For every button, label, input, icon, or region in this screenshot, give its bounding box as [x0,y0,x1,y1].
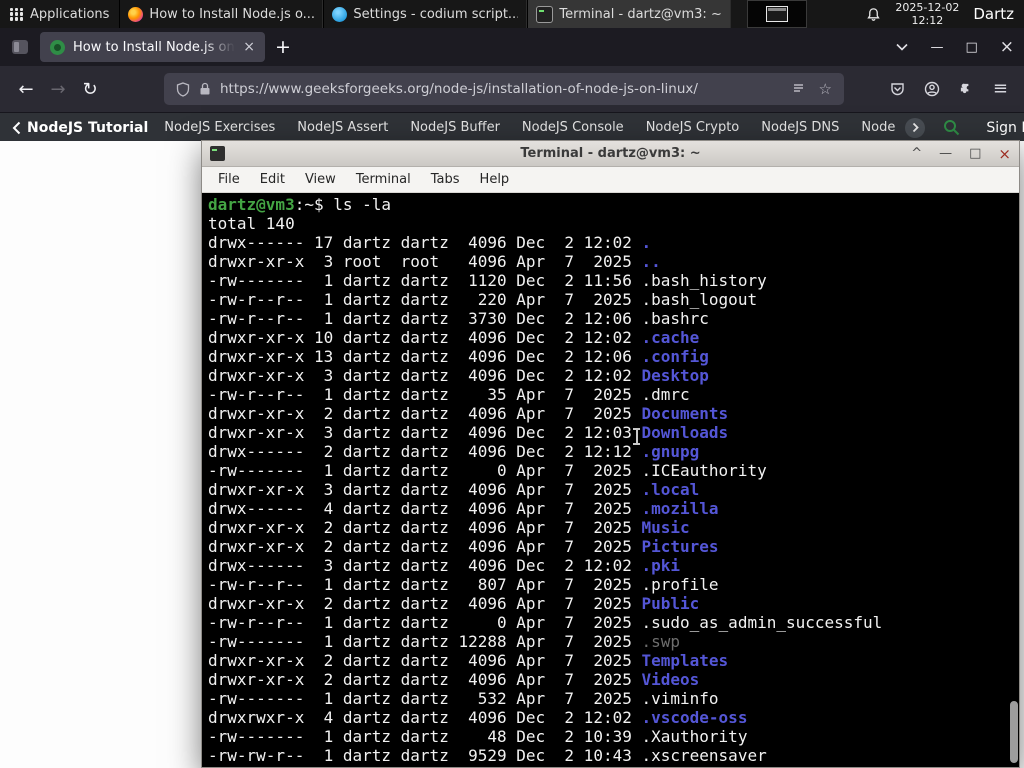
pager-window-icon [766,6,789,22]
site-nav-link[interactable]: NodeJS Console [522,120,624,135]
list-all-tabs-icon[interactable] [896,43,909,51]
geeksforgeeks-favicon [50,39,65,55]
terminal-menubar: File Edit View Terminal Tabs Help [202,167,1019,193]
panel-window-button[interactable]: Settings - codium script... [323,0,528,28]
site-nav-link[interactable]: NodeJS Exercises [164,120,275,135]
pocket-icon[interactable] [890,82,905,97]
terminal-window-icon [536,5,554,23]
forward-button[interactable]: → [42,73,74,105]
tracking-shield-icon[interactable] [176,81,190,97]
firefox-view-icon[interactable] [10,37,30,57]
window-button-title: Settings - codium script... [353,6,519,22]
terminal-scrollbar[interactable] [1008,193,1019,767]
tab-close-icon[interactable]: × [243,40,255,54]
terminal-minimize-button[interactable]: — [939,146,952,161]
terminal-menu-help[interactable]: Help [472,170,518,189]
sign-in-button[interactable]: Sign In [986,120,1024,136]
site-subnav: NodeJS Tutorial NodeJS Exercises NodeJS A… [0,113,1024,142]
window-button-title: Terminal - dartz@vm3: ~ [559,6,722,22]
tab-title: How to Install Node.js on [73,39,235,55]
url-bar[interactable]: https://www.geeksforgeeks.org/node-js/in… [164,73,844,105]
firefox-window-icon [128,6,144,22]
terminal-shade-button[interactable]: ^ [911,146,922,161]
terminal-menu-terminal[interactable]: Terminal [348,170,419,189]
site-nav-link[interactable]: Node [861,120,895,135]
notification-bell-icon[interactable] [866,7,881,22]
terminal-titlebar[interactable]: Terminal - dartz@vm3: ~ ^ — □ × [202,141,1019,167]
bookmark-star-icon[interactable]: ☆ [819,80,832,98]
panel-window-button[interactable]: Terminal - dartz@vm3: ~ [527,0,732,28]
tabbar-right-controls: — □ × [896,37,1014,57]
panel-window-button[interactable]: How to Install Node.js o... [119,0,324,28]
reader-view-icon[interactable] [792,83,805,96]
extensions-puzzle-icon[interactable] [959,82,974,97]
terminal-maximize-button[interactable]: □ [969,146,981,161]
panel-user-menu[interactable]: Dartz [973,5,1014,23]
applications-grid-icon [10,7,23,21]
terminal-menu-view[interactable]: View [297,170,344,189]
site-nav-links: NodeJS Exercises NodeJS Assert NodeJS Buff… [164,120,895,135]
terminal-menu-edit[interactable]: Edit [252,170,293,189]
clock-time: 12:12 [911,14,944,27]
browser-tab-bar: How to Install Node.js on × + — □ × [0,28,1024,66]
window-close-button[interactable]: × [1000,37,1014,57]
site-nav-link[interactable]: NodeJS Assert [297,120,388,135]
top-panel: Applications How to Install Node.js o...… [0,0,1024,28]
clock-date: 2025-12-02 [895,1,960,14]
codium-window-icon [332,6,348,22]
terminal-close-button[interactable]: × [998,145,1011,163]
panel-right: 2025-12-02 12:12 Dartz [866,0,1024,28]
panel-window-buttons: How to Install Node.js o... Settings - co… [119,0,732,28]
site-nav-link[interactable]: NodeJS Crypto [646,120,740,135]
new-tab-button[interactable]: + [275,37,291,57]
terminal-menu-file[interactable]: File [210,170,248,189]
panel-clock[interactable]: 2025-12-02 12:12 [895,1,959,27]
terminal-window: Terminal - dartz@vm3: ~ ^ — □ × File Edit… [201,140,1020,768]
window-minimize-button[interactable]: — [930,40,943,55]
terminal-body[interactable]: dartz@vm3:~$ ls -la total 140 drwx------… [202,193,1019,767]
lock-icon[interactable] [199,82,211,96]
search-icon[interactable] [943,119,960,136]
site-nav-primary-link[interactable]: NodeJS Tutorial [27,120,148,136]
terminal-output: dartz@vm3:~$ ls -la total 140 drwx------… [208,195,883,765]
site-nav-link[interactable]: NodeJS DNS [761,120,839,135]
terminal-scrollbar-thumb[interactable] [1010,701,1018,763]
window-maximize-button[interactable]: □ [965,40,977,55]
browser-toolbar: ← → ↻ https://www.geeksforgeeks.org/node… [0,66,1024,113]
scroll-right-button[interactable] [905,117,926,138]
terminal-menu-tabs[interactable]: Tabs [423,170,468,189]
site-nav-link[interactable]: NodeJS Buffer [410,120,500,135]
back-button[interactable]: ← [10,73,42,105]
window-button-title: How to Install Node.js o... [149,6,315,22]
workspace-pager[interactable] [747,0,808,28]
terminal-window-controls: ^ — □ × [911,145,1011,163]
urlbar-page-actions: ☆ [792,80,832,98]
applications-menu-button[interactable]: Applications [0,0,119,28]
browser-tab[interactable]: How to Install Node.js on × [40,32,265,62]
hamburger-menu-icon[interactable]: ≡ [993,80,1008,98]
url-text[interactable]: https://www.geeksforgeeks.org/node-js/in… [220,81,783,97]
terminal-title: Terminal - dartz@vm3: ~ [520,146,701,161]
reload-button[interactable]: ↻ [74,73,106,105]
terminal-app-icon [210,146,225,161]
toolbar-right-icons: ≡ [890,80,1014,98]
chevron-left-icon[interactable] [12,121,21,135]
applications-label: Applications [30,6,110,22]
account-icon[interactable] [924,81,940,97]
